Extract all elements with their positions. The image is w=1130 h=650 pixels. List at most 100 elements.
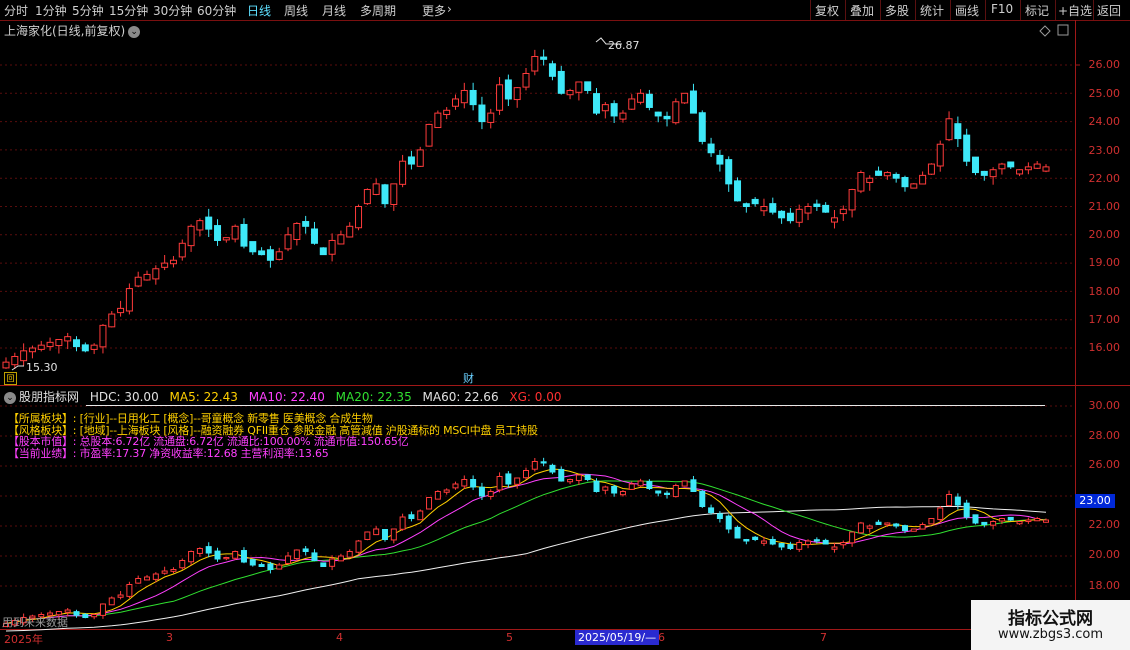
chevron-down-icon[interactable]: ⌄ [128, 25, 141, 38]
candle-body [1033, 163, 1041, 169]
candle-body [1025, 519, 1032, 523]
candle-body [373, 528, 380, 536]
candle-body [698, 112, 706, 142]
candle-body [928, 518, 935, 525]
candle-body [311, 552, 318, 561]
candle-body [601, 104, 609, 112]
candle-body [355, 540, 362, 553]
candle-body [469, 89, 477, 106]
candle-body [381, 529, 388, 540]
chevron-down-icon[interactable]: ⌄ [4, 391, 16, 404]
candle-body [610, 103, 618, 117]
price-tick: 19.00 [1088, 256, 1121, 269]
candle-body [161, 570, 168, 574]
indicator-tick: 22.00 [1088, 518, 1121, 531]
candle-body [434, 491, 441, 500]
candle-body [954, 123, 962, 140]
candle-body [919, 174, 927, 185]
event-icon[interactable]: 回 [4, 372, 17, 385]
candle-body [399, 160, 407, 185]
ma20-value: MA20: 22.35 [335, 390, 412, 404]
candle-body [302, 221, 310, 227]
candle-body [28, 347, 36, 353]
candle-body [302, 548, 309, 552]
candle-body [743, 539, 750, 542]
candle-body [531, 56, 539, 72]
candle-body [46, 341, 54, 348]
candle-body [258, 250, 266, 256]
candle-body [364, 531, 371, 540]
candle-body [805, 540, 812, 545]
candle-body [637, 92, 645, 103]
candle-body [328, 239, 336, 255]
future-data-label: 用到未来数据 [2, 616, 68, 629]
candle-body [893, 523, 900, 527]
candle-body [619, 491, 626, 496]
candle-body [310, 228, 318, 244]
price-tick: 18.00 [1088, 285, 1121, 298]
candle-body [99, 603, 106, 616]
candle-body [866, 525, 873, 529]
candle-body [425, 123, 433, 147]
candle-body [584, 81, 592, 91]
candle-body [267, 563, 274, 571]
candle-body [496, 84, 504, 111]
candle-body [1007, 161, 1015, 168]
candle-body [258, 564, 265, 568]
candle-body [998, 163, 1006, 170]
ma5-value: MA5: 22.43 [169, 390, 238, 404]
candle-body [470, 479, 477, 488]
candle-body [954, 496, 961, 506]
price-tick: 17.00 [1088, 313, 1121, 326]
candle-body [937, 507, 944, 521]
upper-candles [2, 49, 1050, 369]
candle-body [187, 225, 195, 247]
candle-body [249, 241, 257, 253]
candle-body [936, 143, 944, 167]
candle-body [178, 242, 186, 258]
candle-body [135, 578, 142, 584]
candle-body [672, 485, 679, 498]
xg-value: XG: 0.00 [509, 390, 562, 404]
candle-body [663, 115, 671, 120]
candle-body [407, 156, 415, 165]
hdc-value: HDC: 30.00 [89, 390, 159, 404]
candle-body [804, 206, 812, 214]
candle-body [584, 474, 591, 481]
candle-body [1016, 169, 1024, 175]
window-icon [1057, 24, 1069, 36]
candle-body [390, 528, 397, 541]
finance-marker[interactable]: 财 [463, 370, 474, 386]
candle-body [672, 101, 680, 124]
watermark-url: www.zbgs3.com [997, 627, 1104, 642]
candle-body [504, 79, 512, 100]
candle-body [910, 528, 917, 532]
x-label: 2025年 [4, 633, 43, 646]
candle-body [513, 87, 521, 101]
candle-body [628, 483, 635, 490]
candle-body [170, 569, 177, 572]
candle-body [566, 89, 574, 96]
candle-body [760, 206, 768, 212]
cursor-date: 2025/05/19/— [575, 630, 660, 645]
candle-body [786, 212, 794, 222]
candle-body [223, 557, 230, 560]
candle-body [778, 210, 786, 219]
candle-body [487, 112, 495, 123]
candle-body [963, 502, 970, 518]
candle-body [875, 170, 883, 176]
candle-body [752, 536, 759, 540]
kline-chart[interactable] [0, 0, 1130, 650]
candle-body [531, 461, 538, 470]
candle-body [2, 361, 10, 369]
candle-body [284, 234, 292, 250]
candle-body [760, 540, 767, 544]
candle-body [144, 576, 151, 581]
candle-body [742, 203, 750, 207]
candle-body [55, 339, 63, 347]
candle-body [637, 480, 644, 487]
candle-body [1042, 166, 1050, 172]
candle-body [232, 551, 239, 559]
candle-body [716, 154, 724, 165]
indicator-name[interactable]: 股朋指标网 [19, 390, 79, 404]
